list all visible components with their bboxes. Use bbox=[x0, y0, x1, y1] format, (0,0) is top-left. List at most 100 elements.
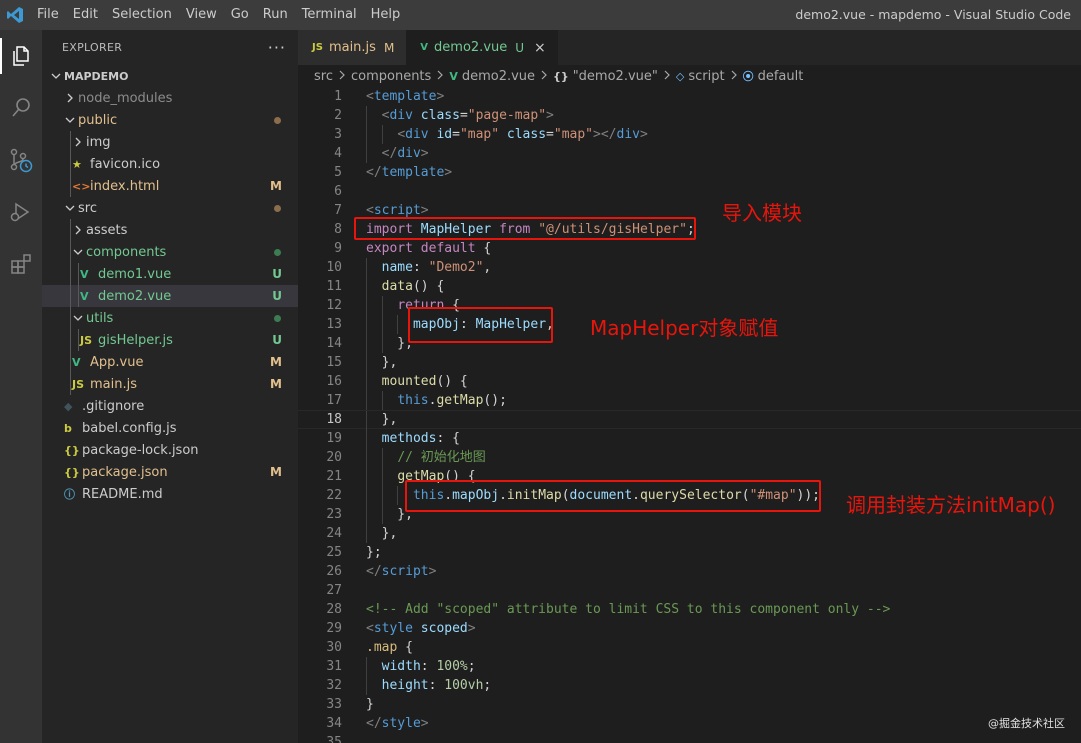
watermark: @掘金技术社区 bbox=[988, 717, 1065, 730]
code-token: data bbox=[381, 279, 413, 294]
git-status-badge: U bbox=[272, 333, 282, 347]
tree-item-node-modules[interactable]: node_modules bbox=[42, 87, 298, 109]
line-number: 1 bbox=[334, 89, 342, 104]
tree-item-demo2-vue[interactable]: Vdemo2.vue U bbox=[42, 285, 298, 307]
code-token: }; bbox=[366, 545, 382, 560]
file-type-icon: {} bbox=[64, 443, 80, 457]
line-number: 30 bbox=[326, 640, 342, 655]
code-line: 10 name: "Demo2", bbox=[298, 258, 1081, 277]
tree-item-label: demo1.vue bbox=[98, 266, 172, 282]
project-name: MAPDEMO bbox=[64, 69, 129, 83]
breadcrumb-item[interactable]: default bbox=[758, 69, 804, 84]
tree-item-assets[interactable]: assets bbox=[42, 219, 298, 241]
tree-item-favicon-ico[interactable]: ★ favicon.ico bbox=[42, 153, 298, 175]
source-control-icon[interactable] bbox=[0, 134, 42, 186]
run-debug-icon[interactable] bbox=[0, 186, 42, 238]
line-source: name: "Demo2", bbox=[366, 258, 492, 277]
line-source: export default { bbox=[366, 239, 491, 258]
line-source: data() { bbox=[366, 277, 445, 296]
code-token: 100% bbox=[436, 659, 468, 674]
explorer-icon[interactable] bbox=[0, 30, 42, 82]
tree-item-app-vue[interactable]: V App.vue M bbox=[42, 351, 298, 373]
code-token: : bbox=[428, 678, 445, 693]
code-token: style bbox=[381, 716, 421, 731]
line-source: width: 100%; bbox=[366, 657, 476, 676]
file-type-icon: {} bbox=[64, 465, 80, 479]
code-token: this bbox=[397, 393, 429, 408]
menu-view[interactable]: View bbox=[179, 0, 224, 30]
menu-go[interactable]: Go bbox=[224, 0, 256, 30]
project-folder-header[interactable]: MAPDEMO bbox=[42, 65, 298, 87]
code-line: 34 </style> bbox=[298, 714, 1081, 733]
tree-item-package-lock-json[interactable]: {} package-lock.json bbox=[42, 439, 298, 461]
breadcrumb-item[interactable]: "demo2.vue" bbox=[573, 69, 658, 84]
tree-item-main-js[interactable]: JS main.js M bbox=[42, 373, 298, 395]
tab-git-status: U bbox=[515, 40, 525, 55]
tree-item-label: demo2.vue bbox=[98, 288, 172, 304]
breadcrumb-item[interactable]: src bbox=[314, 69, 333, 84]
code-line: 26 </script> bbox=[298, 562, 1081, 581]
chevron-down-icon bbox=[62, 115, 78, 125]
tab-demo2-vue[interactable]: Vdemo2.vue U × bbox=[406, 30, 558, 65]
code-token: : { bbox=[436, 431, 460, 446]
tab-main-js[interactable]: JS main.js M bbox=[298, 30, 407, 65]
tree-item-readme-md[interactable]: ⓘ README.md bbox=[42, 483, 298, 505]
line-number: 19 bbox=[326, 431, 342, 446]
extensions-icon[interactable] bbox=[0, 238, 42, 290]
tree-item-gitignore[interactable]: ◆ .gitignore bbox=[42, 395, 298, 417]
menu-help[interactable]: Help bbox=[364, 0, 408, 30]
search-icon[interactable] bbox=[0, 82, 42, 134]
tree-item-components[interactable]: components bbox=[42, 241, 298, 263]
code-line: 33} bbox=[298, 695, 1081, 714]
editor-area: JS main.js M Vdemo2.vue U × src components Vdem… bbox=[298, 30, 1081, 743]
tree-item-gishelper-js[interactable]: JS gisHelper.js U bbox=[42, 329, 298, 351]
tree-item-label: public bbox=[78, 112, 118, 128]
menu-selection[interactable]: Selection bbox=[105, 0, 179, 30]
code-token: </ bbox=[381, 146, 398, 161]
line-number: 2 bbox=[334, 108, 342, 123]
chevron-right-icon bbox=[730, 69, 738, 84]
tree-item-utils[interactable]: utils bbox=[42, 307, 298, 329]
chevron-right-icon bbox=[70, 225, 86, 235]
code-line: 4 </div> bbox=[298, 144, 1081, 163]
close-icon[interactable]: × bbox=[534, 40, 546, 56]
tree-item-index-html[interactable]: <> index.html M bbox=[42, 175, 298, 197]
code-editor[interactable]: 1 <template> 2 <div class="page-map"> 3 <di… bbox=[298, 87, 1081, 743]
line-source: </style> bbox=[366, 714, 429, 733]
menu-edit[interactable]: Edit bbox=[66, 0, 105, 30]
file-type-icon: JS bbox=[72, 377, 85, 391]
code-token: }, bbox=[366, 412, 398, 427]
tree-item-public[interactable]: public bbox=[42, 109, 298, 131]
tree-item-img[interactable]: img bbox=[42, 131, 298, 153]
git-status-badge: M bbox=[270, 179, 282, 193]
line-source: }, bbox=[366, 524, 398, 543]
breadcrumb-symbol-icon: V bbox=[449, 69, 458, 83]
menu-run[interactable]: Run bbox=[256, 0, 295, 30]
window-title: demo2.vue - mapdemo - Visual Studio Code bbox=[795, 7, 1071, 22]
menu-terminal[interactable]: Terminal bbox=[295, 0, 364, 30]
tree-item-package-json[interactable]: {} package.json M bbox=[42, 461, 298, 483]
code-token: "map" bbox=[553, 127, 594, 142]
tree-item-babel-config-js[interactable]: b babel.config.js bbox=[42, 417, 298, 439]
breadcrumb-item[interactable]: demo2.vue bbox=[462, 69, 535, 84]
line-number: 18 bbox=[326, 412, 342, 427]
code-token: name bbox=[381, 260, 413, 275]
code-token: div bbox=[616, 127, 640, 142]
code-token: <!-- Add "scoped" attribute to limit CSS… bbox=[366, 602, 891, 617]
tree-item-src[interactable]: src bbox=[42, 197, 298, 219]
breadcrumb-item[interactable]: components bbox=[351, 69, 431, 84]
line-number: 6 bbox=[334, 184, 342, 199]
line-number: 12 bbox=[326, 298, 342, 313]
chevron-right-icon bbox=[436, 69, 444, 84]
line-number: 25 bbox=[326, 545, 342, 560]
breadcrumb-item[interactable]: script bbox=[688, 69, 724, 84]
code-line: 3 <div id="map" class="map"></div> bbox=[298, 125, 1081, 144]
line-number: 21 bbox=[326, 469, 342, 484]
menu-bar: File Edit Selection View Go Run Terminal Help bbox=[30, 0, 407, 30]
menu-file[interactable]: File bbox=[30, 0, 66, 30]
more-actions-icon[interactable]: ··· bbox=[268, 38, 286, 57]
tree-item-demo1-vue[interactable]: Vdemo1.vue U bbox=[42, 263, 298, 285]
